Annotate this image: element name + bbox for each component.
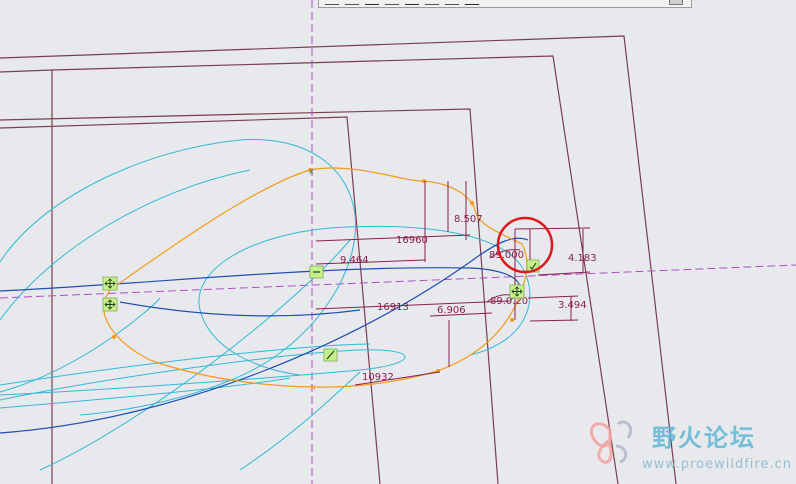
horizontal-centerline <box>0 264 796 299</box>
move-handle-icon[interactable] <box>102 297 118 312</box>
cad-sketch-window: 8.507 16960 9.464 89.000 4.183 89.0.20 1… <box>0 0 796 484</box>
dim-label-3494[interactable]: 3.494 <box>558 300 587 311</box>
cyan-curve-lower-join <box>199 309 301 376</box>
dash-handle-icon[interactable] <box>309 265 324 279</box>
datum-frame-left-edge <box>0 69 53 484</box>
watermark-title: 野火论坛 <box>652 424 756 452</box>
butterfly-logo <box>589 420 633 464</box>
spline-point[interactable] <box>510 318 514 322</box>
datum-frame-inner <box>0 116 381 484</box>
spline-point[interactable] <box>470 201 474 205</box>
dim-label-10932[interactable]: 10932 <box>362 372 394 383</box>
dim-line-16960 <box>315 234 471 242</box>
dim-line-16913 <box>315 300 511 310</box>
dim-label-9464[interactable]: 9.464 <box>340 255 369 266</box>
cyan-curve-loop-left <box>0 139 357 416</box>
move-handle-icon[interactable] <box>509 284 525 299</box>
watermark-url: www.proewildfire.cn <box>642 457 792 472</box>
forum-watermark: 野火论坛 www.proewildfire.cn <box>589 420 792 472</box>
dimension-labels: 8.507 16960 9.464 89.000 4.183 89.0.20 1… <box>340 214 597 383</box>
slash-handle-icon[interactable] <box>323 348 338 362</box>
dim-label-16913[interactable]: 16913 <box>377 302 409 313</box>
spline-point[interactable] <box>112 335 116 339</box>
dimension-lines <box>315 181 591 386</box>
dim-label-8507[interactable]: 8.507 <box>454 214 483 225</box>
constraint-markers: x ✕ <box>309 167 317 394</box>
dim-label-4183[interactable]: 4.183 <box>568 253 597 264</box>
graphics-viewport[interactable]: 8.507 16960 9.464 89.000 4.183 89.0.20 1… <box>0 0 796 484</box>
move-handle-icon[interactable] <box>102 276 118 291</box>
dim-line-9464 <box>315 259 426 265</box>
dim-label-16960[interactable]: 16960 <box>396 235 428 246</box>
highlight-circle <box>496 216 554 274</box>
dim-label-6906[interactable]: 6.906 <box>437 305 466 316</box>
datum-frame-third <box>0 108 499 484</box>
x-marker: x <box>309 167 314 176</box>
dim-label-89000[interactable]: 89.000 <box>489 250 524 261</box>
x-marker: ✕ <box>309 384 317 394</box>
cyan-curve-lower-left <box>0 297 161 393</box>
cyan-curve-upper-arc <box>0 169 251 321</box>
